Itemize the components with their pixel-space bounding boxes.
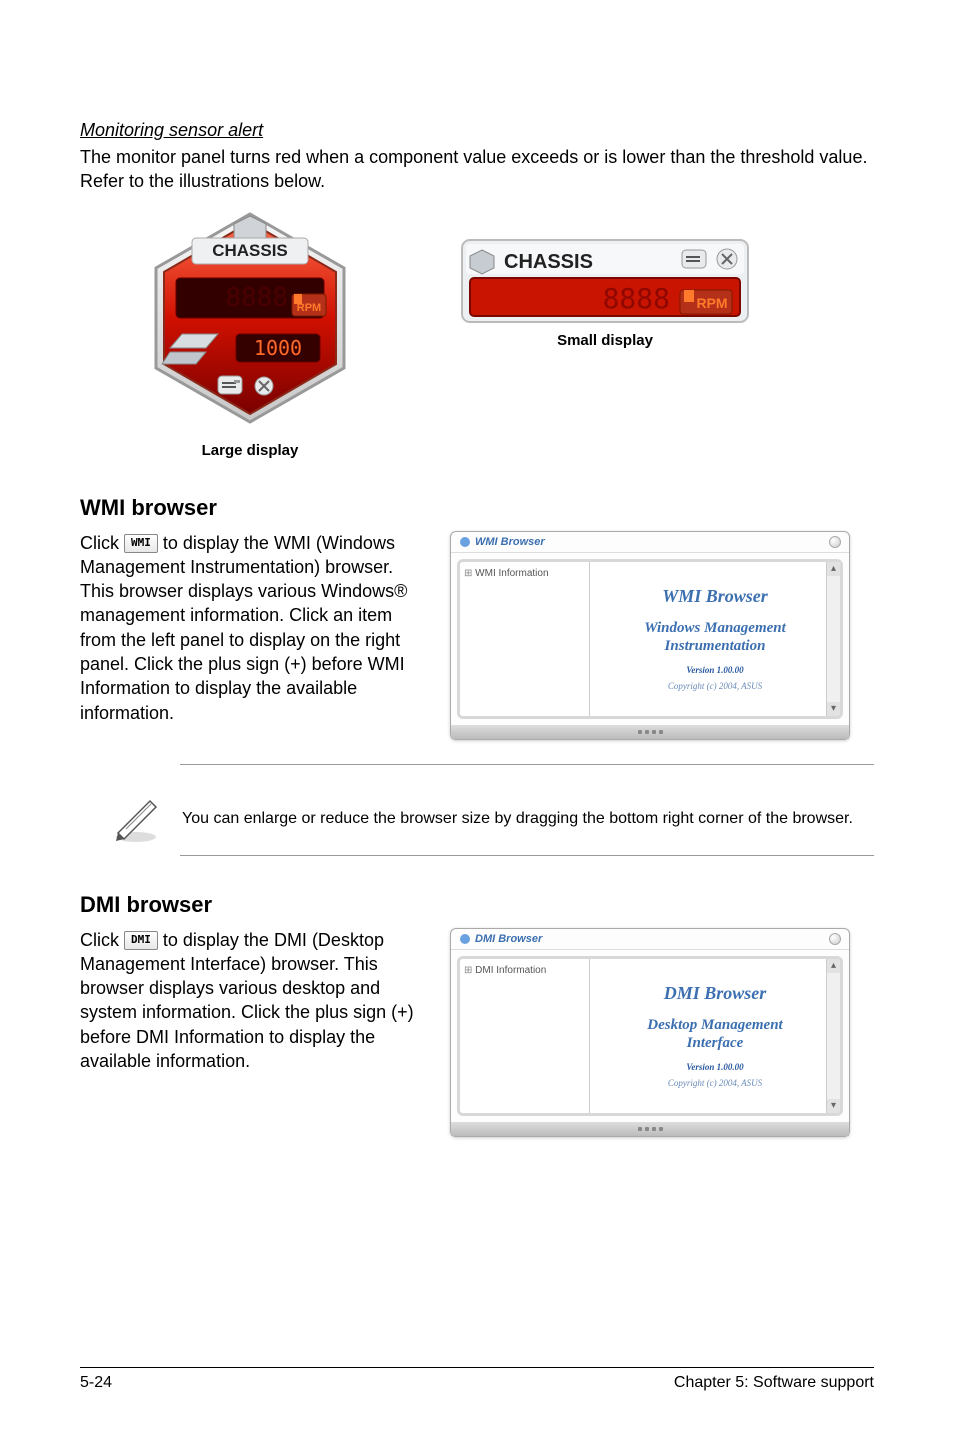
scroll-down-icon[interactable]: ▾ xyxy=(827,702,840,716)
scroll-down-icon[interactable]: ▾ xyxy=(827,1099,840,1113)
gauge-row: CHASSIS 8888 RPM 1000 xyxy=(80,208,874,459)
dmi-body-rest: to display the DMI (Desktop Management I… xyxy=(80,930,414,1071)
dmi-titlebar-text: DMI Browser xyxy=(475,933,542,945)
wmi-tree-pane[interactable]: WMI Information xyxy=(460,562,590,716)
dmi-heading: DMI browser xyxy=(80,892,874,918)
svg-text:8888: 8888 xyxy=(225,283,288,313)
chassis-gauge-large: CHASSIS 8888 RPM 1000 xyxy=(140,208,360,438)
wmi-titlebar: WMI Browser xyxy=(451,532,849,553)
wmi-version: Version 1.00.00 xyxy=(598,665,832,675)
note-block: You can enlarge or reduce the browser si… xyxy=(110,793,874,845)
svg-text:CHASSIS: CHASSIS xyxy=(504,251,593,273)
dmi-pane-subtitle2: Interface xyxy=(598,1034,832,1052)
dmi-click-prefix: Click xyxy=(80,930,124,950)
dmi-browser-window: DMI Browser DMI Information DMI Browser … xyxy=(450,928,850,1137)
close-icon[interactable] xyxy=(829,536,841,548)
chassis-gauge-small: CHASSIS 8888 RPM xyxy=(460,238,750,328)
wmi-browser-window: WMI Browser WMI Information WMI Browser … xyxy=(450,531,850,740)
dmi-titlebar: DMI Browser xyxy=(451,929,849,950)
dmi-two-col: Click DMI to display the DMI (Desktop Ma… xyxy=(80,928,874,1137)
dmi-version: Version 1.00.00 xyxy=(598,1062,832,1072)
wmi-pane-title: WMI Browser xyxy=(598,586,832,607)
resize-grip[interactable] xyxy=(451,725,849,739)
pencil-icon xyxy=(110,793,162,845)
wmi-click-prefix: Click xyxy=(80,533,124,553)
dmi-tree-root[interactable]: DMI Information xyxy=(464,965,585,976)
wmi-pane-subtitle2: Instrumentation xyxy=(598,637,832,655)
note-text: You can enlarge or reduce the browser si… xyxy=(182,808,853,830)
wmi-tree-root[interactable]: WMI Information xyxy=(464,568,585,579)
dmi-pane-title: DMI Browser xyxy=(598,983,832,1004)
monitoring-body: The monitor panel turns red when a compo… xyxy=(80,145,874,194)
wmi-heading: WMI browser xyxy=(80,495,874,521)
footer-chapter: Chapter 5: Software support xyxy=(674,1374,874,1392)
scrollbar[interactable]: ▴ ▾ xyxy=(826,959,840,1113)
svg-text:8888: 8888 xyxy=(603,282,670,315)
gauge-large-wrap: CHASSIS 8888 RPM 1000 xyxy=(140,208,360,459)
wmi-body-rest: to display the WMI (Windows Management I… xyxy=(80,533,407,723)
note-divider-bottom xyxy=(180,855,874,856)
wmi-two-col: Click WMI to display the WMI (Windows Ma… xyxy=(80,531,874,740)
dmi-copyright: Copyright (c) 2004, ASUS xyxy=(598,1078,832,1088)
svg-text:1000: 1000 xyxy=(254,336,302,360)
dmi-button[interactable]: DMI xyxy=(124,931,158,950)
scroll-up-icon[interactable]: ▴ xyxy=(827,562,840,576)
wmi-copyright: Copyright (c) 2004, ASUS xyxy=(598,681,832,691)
dmi-content-pane: DMI Browser Desktop Management Interface… xyxy=(590,959,840,1113)
app-icon xyxy=(459,933,471,945)
dmi-body: Click DMI to display the DMI (Desktop Ma… xyxy=(80,928,420,1074)
scroll-up-icon[interactable]: ▴ xyxy=(827,959,840,973)
wmi-content-pane: WMI Browser Windows Management Instrumen… xyxy=(590,562,840,716)
svg-text:RPM: RPM xyxy=(297,302,321,314)
svg-text:RPM: RPM xyxy=(696,295,727,311)
wmi-body: Click WMI to display the WMI (Windows Ma… xyxy=(80,531,420,725)
dmi-pane-subtitle1: Desktop Management xyxy=(598,1016,832,1034)
gauge-small-wrap: CHASSIS 8888 RPM Small display xyxy=(460,238,750,349)
page-footer: 5-24 Chapter 5: Software support xyxy=(80,1367,874,1392)
scrollbar[interactable]: ▴ ▾ xyxy=(826,562,840,716)
dmi-tree-pane[interactable]: DMI Information xyxy=(460,959,590,1113)
wmi-browser-body: WMI Information WMI Browser Windows Mana… xyxy=(457,559,843,719)
wmi-pane-subtitle1: Windows Management xyxy=(598,619,832,637)
small-display-caption: Small display xyxy=(460,332,750,349)
note-divider-top xyxy=(180,764,874,765)
wmi-button[interactable]: WMI xyxy=(124,534,158,553)
app-icon xyxy=(459,536,471,548)
close-icon[interactable] xyxy=(829,933,841,945)
wmi-titlebar-text: WMI Browser xyxy=(475,536,545,548)
svg-text:CHASSIS: CHASSIS xyxy=(212,241,288,260)
footer-page: 5-24 xyxy=(80,1374,112,1392)
dmi-browser-body: DMI Information DMI Browser Desktop Mana… xyxy=(457,956,843,1116)
monitoring-heading: Monitoring sensor alert xyxy=(80,120,874,141)
resize-grip[interactable] xyxy=(451,1122,849,1136)
large-display-caption: Large display xyxy=(140,442,360,459)
